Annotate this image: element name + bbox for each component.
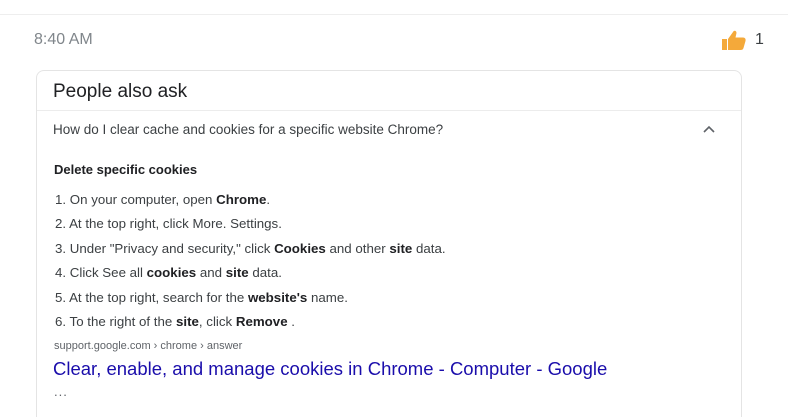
step-text: and other [325, 240, 390, 256]
step-number: 3. [55, 240, 70, 256]
answer-steps-list: 1. On your computer, open Chrome. 2. At t… [55, 192, 446, 338]
step-number: 5. [55, 289, 70, 305]
step-keyword: site [389, 240, 413, 256]
reaction-button[interactable]: 1 [721, 27, 764, 53]
thumbs-up-icon [721, 29, 747, 51]
step-text: data. [412, 240, 446, 256]
section-title: People also ask [53, 81, 188, 102]
answer-step: 2. At the top right, click More. Setting… [55, 216, 446, 240]
step-text: On your computer, open [69, 192, 217, 207]
result-link[interactable]: Clear, enable, and manage cookies in Chr… [53, 358, 607, 380]
step-keyword: site [225, 265, 249, 281]
step-text: Click See all [69, 265, 147, 281]
answer-step: 4. Click See all cookies and site data. [55, 265, 446, 289]
step-text: , click [198, 313, 236, 329]
people-also-ask-card: People also ask How do I clear cache and… [36, 70, 742, 417]
step-text: To the right of the [69, 313, 176, 329]
step-keyword: Cookies [274, 240, 326, 256]
answer-step: 6. To the right of the site, click Remov… [55, 314, 446, 338]
step-text: data. [248, 265, 282, 281]
step-keyword: Remove [235, 313, 288, 329]
chevron-up-icon[interactable] [701, 122, 717, 134]
answer-step: 5. At the top right, search for the webs… [55, 290, 446, 314]
question-text: How do I clear cache and cookies for a s… [53, 122, 444, 137]
step-text: . [266, 192, 271, 207]
reaction-count: 1 [755, 31, 764, 48]
step-keyword: Chrome [216, 192, 267, 207]
step-text: name. [307, 289, 348, 305]
top-divider [0, 14, 788, 15]
question-accordion[interactable]: How do I clear cache and cookies for a s… [37, 111, 741, 149]
step-text: At the top right, search for the [69, 289, 248, 305]
step-keyword: website's [247, 289, 308, 305]
step-text: Under "Privacy and security," click [69, 240, 275, 256]
step-keyword: cookies [146, 265, 197, 281]
step-number: 2. [55, 216, 70, 232]
more-ellipsis: ... [54, 384, 68, 399]
step-keyword: site [176, 313, 199, 329]
answer-step: 1. On your computer, open Chrome. [55, 192, 446, 216]
message-timestamp: 8:40 AM [34, 31, 93, 48]
source-citation: support.google.com › chrome › answer [54, 340, 243, 352]
step-text: and [196, 265, 226, 281]
step-number: 1. [55, 192, 70, 207]
step-text: . [287, 313, 295, 329]
answer-step: 3. Under "Privacy and security," click C… [55, 241, 446, 265]
step-text: At the top right, click More. Settings. [69, 216, 282, 232]
step-number: 4. [55, 265, 70, 281]
step-number: 6. [55, 313, 70, 329]
answer-heading: Delete specific cookies [54, 162, 198, 177]
